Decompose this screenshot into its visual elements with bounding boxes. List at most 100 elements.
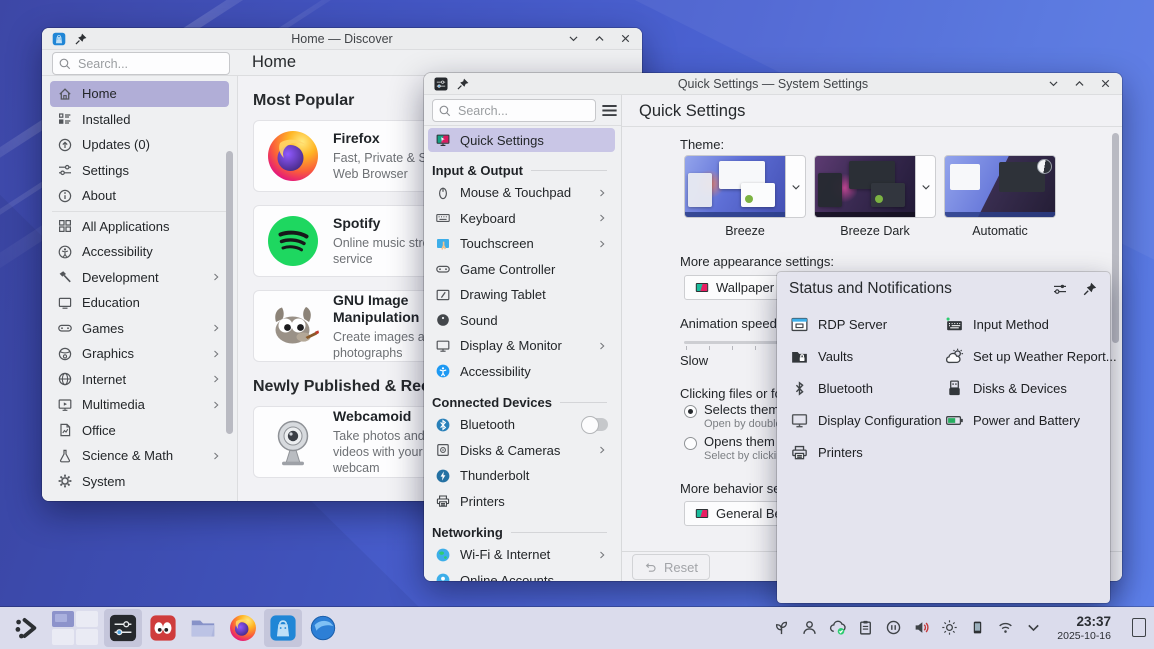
sidebar-item-installed[interactable]: Installed bbox=[50, 107, 229, 133]
close-button[interactable] bbox=[619, 32, 632, 45]
radio-selects-them[interactable] bbox=[684, 405, 697, 418]
monitor-icon bbox=[790, 411, 809, 430]
system-settings-titlebar[interactable]: Quick Settings — System Settings bbox=[424, 73, 1122, 95]
sidebar-item-updates-0[interactable]: Updates (0) bbox=[50, 132, 229, 158]
show-desktop-button[interactable] bbox=[1132, 618, 1146, 637]
taskbar-blue-globe-app[interactable] bbox=[304, 609, 342, 647]
virtual-desktop-pager[interactable] bbox=[52, 611, 98, 645]
sidebar-item-home[interactable]: Home bbox=[50, 81, 229, 107]
sidebar-item-education[interactable]: Education bbox=[50, 290, 229, 316]
taskbar-firefox[interactable] bbox=[224, 609, 262, 647]
sidebar-item-science-math[interactable]: Science & Math bbox=[50, 443, 229, 469]
tray-plant-icon[interactable] bbox=[773, 619, 790, 636]
taskbar-system-settings[interactable] bbox=[104, 609, 142, 647]
minimize-button[interactable] bbox=[567, 32, 580, 45]
reset-button[interactable]: Reset bbox=[632, 554, 710, 580]
tray-network-wifi-icon[interactable] bbox=[997, 619, 1014, 636]
popup-item-printers[interactable]: Printers bbox=[790, 436, 863, 468]
popup-item-label: Power and Battery bbox=[973, 413, 1080, 428]
taskbar-eyes-app[interactable] bbox=[144, 609, 182, 647]
settings-item-drawing-tablet[interactable]: Drawing Tablet bbox=[428, 282, 615, 308]
tray-expand-tray-icon[interactable] bbox=[1025, 619, 1042, 636]
popup-item-display-configuration[interactable]: Display Configuration bbox=[790, 404, 942, 436]
sidebar-scrollbar[interactable] bbox=[226, 151, 233, 434]
theme-card-automatic[interactable]: Automatic bbox=[944, 155, 1056, 238]
sidebar-item-system[interactable]: System bbox=[50, 469, 229, 495]
radio-label[interactable]: Selects them bbox=[704, 402, 779, 417]
settings-item-online-accounts[interactable]: Online Accounts bbox=[428, 568, 615, 582]
theme-dropdown-button[interactable] bbox=[916, 155, 936, 218]
sidebar-item-about[interactable]: About bbox=[50, 183, 229, 209]
settings-item-quick-settings[interactable]: Quick Settings bbox=[428, 128, 615, 152]
tray-user-icon[interactable] bbox=[801, 619, 818, 636]
settings-item-keyboard[interactable]: Keyboard bbox=[428, 206, 615, 232]
hamburger-menu-icon[interactable] bbox=[600, 101, 619, 120]
close-button[interactable] bbox=[1099, 77, 1112, 90]
popup-item-rdp-server[interactable]: RDP Server bbox=[790, 308, 887, 340]
tray-brightness-icon[interactable] bbox=[941, 619, 958, 636]
settings-item-bluetooth[interactable]: Bluetooth bbox=[428, 412, 615, 438]
tray-cloud-sync-icon[interactable] bbox=[829, 619, 846, 636]
taskbar-application-launcher[interactable] bbox=[8, 609, 46, 647]
settings-item-label: Thunderbolt bbox=[460, 468, 608, 483]
settings-item-thunderbolt[interactable]: Thunderbolt bbox=[428, 463, 615, 489]
minimize-button[interactable] bbox=[1047, 77, 1060, 90]
search-input[interactable] bbox=[52, 52, 230, 75]
taskbar-dolphin-file-manager[interactable] bbox=[184, 609, 222, 647]
theme-card-breeze-dark[interactable]: Breeze Dark bbox=[814, 155, 936, 238]
wallpaper-button[interactable]: Wallpaper bbox=[684, 275, 784, 300]
slider-tick bbox=[755, 346, 756, 350]
settings-item-mouse-touchpad[interactable]: Mouse & Touchpad bbox=[428, 180, 615, 206]
bluetooth-toggle[interactable] bbox=[582, 418, 608, 431]
launcher-icon bbox=[13, 614, 41, 642]
configure-icon[interactable] bbox=[1052, 281, 1068, 297]
maximize-button[interactable] bbox=[593, 32, 606, 45]
taskbar-discover[interactable] bbox=[264, 609, 302, 647]
sidebar-item-games[interactable]: Games bbox=[50, 316, 229, 342]
settings-item-printers[interactable]: Printers bbox=[428, 489, 615, 515]
popup-item-bluetooth[interactable]: Bluetooth bbox=[790, 372, 873, 404]
settings-item-sound[interactable]: Sound bbox=[428, 308, 615, 334]
settings-item-wi-fi-internet[interactable]: Wi-Fi & Internet bbox=[428, 542, 615, 568]
pin-icon[interactable] bbox=[74, 32, 88, 46]
pin-icon[interactable] bbox=[1082, 281, 1098, 297]
settings-item-touchscreen[interactable]: Touchscreen bbox=[428, 231, 615, 257]
popup-item-set-up-weather-report[interactable]: Set up Weather Report... bbox=[945, 340, 1117, 372]
sidebar-item-office[interactable]: Office bbox=[50, 418, 229, 444]
theme-dropdown-button[interactable] bbox=[786, 155, 806, 218]
tray-clipboard-icon[interactable] bbox=[857, 619, 874, 636]
theme-preview[interactable] bbox=[684, 155, 786, 218]
settings-item-game-controller[interactable]: Game Controller bbox=[428, 257, 615, 283]
maximize-button[interactable] bbox=[1073, 77, 1086, 90]
digital-clock[interactable]: 23:37 2025-10-16 bbox=[1057, 614, 1111, 642]
tray-media-pause-icon[interactable] bbox=[885, 619, 902, 636]
sidebar-item-accessibility[interactable]: Accessibility bbox=[50, 239, 229, 265]
sidebar-item-settings[interactable]: Settings bbox=[50, 158, 229, 184]
tray-volume-icon[interactable] bbox=[913, 619, 930, 636]
popup-item-power-and-battery[interactable]: Power and Battery bbox=[945, 404, 1080, 436]
tray-device-icon[interactable] bbox=[969, 619, 986, 636]
popup-item-vaults[interactable]: Vaults bbox=[790, 340, 853, 372]
theme-preview[interactable] bbox=[814, 155, 916, 218]
radio-opens-them[interactable] bbox=[684, 437, 697, 450]
settings-item-display-monitor[interactable]: Display & Monitor bbox=[428, 333, 615, 359]
settings-item-disks-cameras[interactable]: Disks & Cameras bbox=[428, 438, 615, 464]
sidebar-item-multimedia[interactable]: Multimedia bbox=[50, 392, 229, 418]
theme-card-breeze[interactable]: Breeze bbox=[684, 155, 806, 238]
settings-item-accessibility[interactable]: Accessibility bbox=[428, 359, 615, 385]
sidebar-item-all-applications[interactable]: All Applications bbox=[50, 214, 229, 240]
pin-icon[interactable] bbox=[456, 77, 470, 91]
discover-titlebar[interactable]: Home — Discover bbox=[42, 28, 642, 50]
sidebar-item-label: Science & Math bbox=[82, 448, 201, 463]
window-title: Home — Discover bbox=[42, 32, 642, 46]
popup-item-disks-devices[interactable]: Disks & Devices bbox=[945, 372, 1067, 404]
sidebar-item-internet[interactable]: Internet bbox=[50, 367, 229, 393]
settings-search-input[interactable] bbox=[432, 99, 596, 122]
sidebar-item-label: Settings bbox=[82, 163, 222, 178]
sidebar-item-graphics[interactable]: Graphics bbox=[50, 341, 229, 367]
theme-preview[interactable] bbox=[944, 155, 1056, 218]
popup-item-input-method[interactable]: Input Method bbox=[945, 308, 1049, 340]
radio-label[interactable]: Opens them bbox=[704, 434, 775, 449]
chevron-right-icon bbox=[210, 450, 222, 462]
sidebar-item-development[interactable]: Development bbox=[50, 265, 229, 291]
